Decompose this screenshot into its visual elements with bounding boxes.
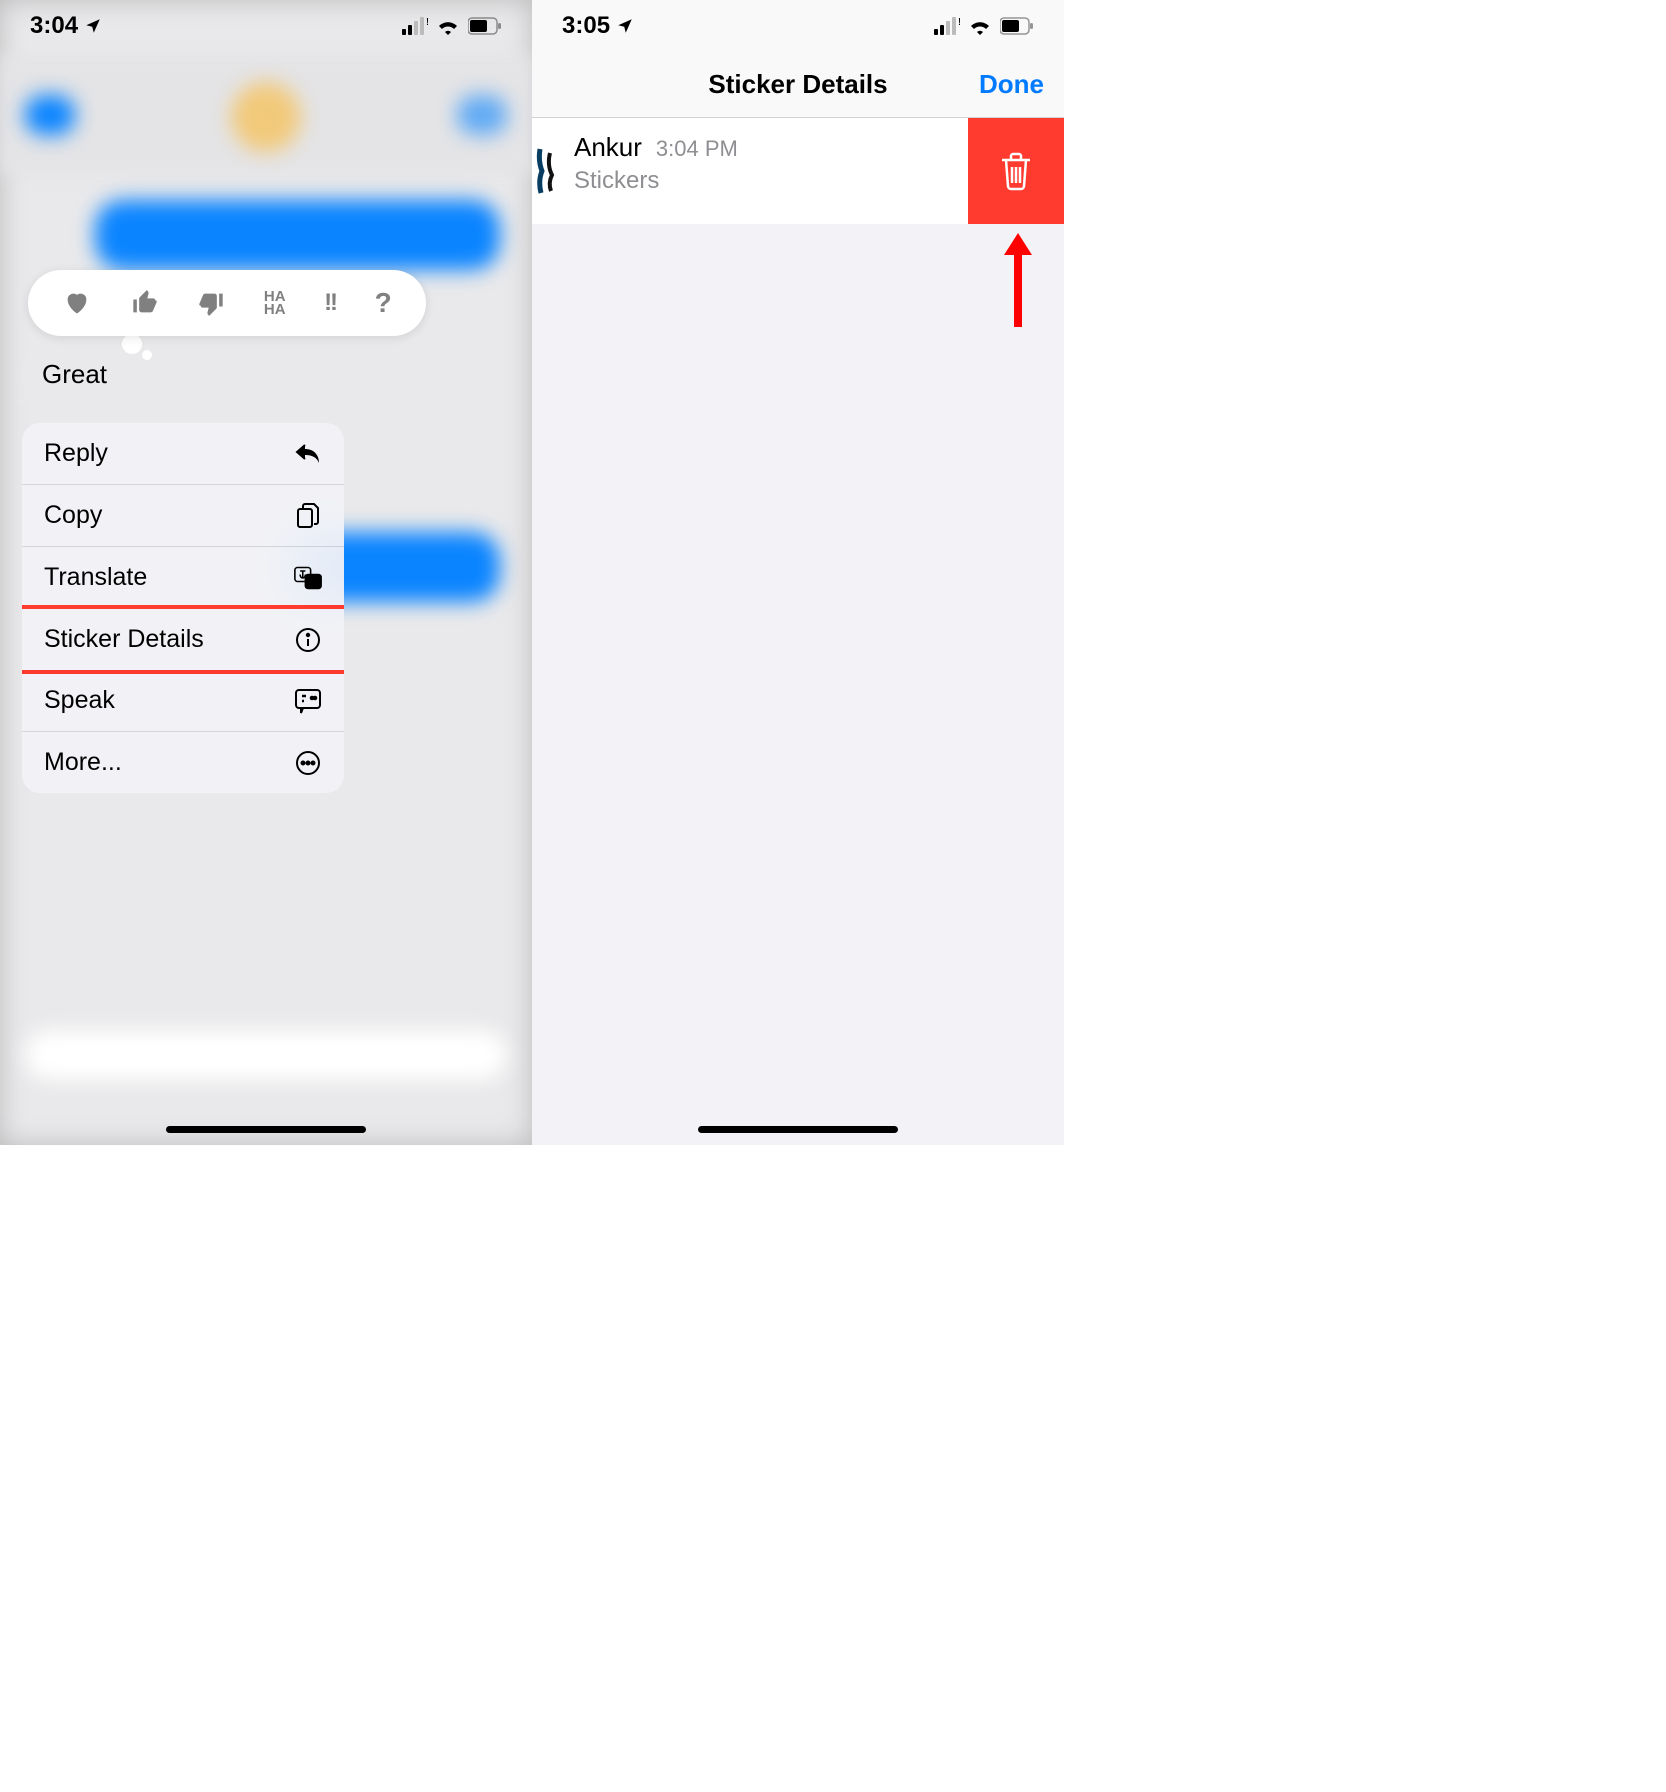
sticker-thumbnail	[532, 118, 562, 224]
tapback-tail-small	[142, 350, 152, 360]
right-screenshot: 3:05 ! Sticker Details Done Ankur	[532, 0, 1064, 1145]
battery-icon	[468, 17, 502, 35]
menu-reply[interactable]: Reply	[22, 423, 344, 485]
menu-copy[interactable]: Copy	[22, 485, 344, 547]
message-text: Great	[42, 359, 107, 389]
battery-icon	[1000, 17, 1034, 35]
home-indicator	[166, 1126, 366, 1133]
left-screenshot: 3:04 ! HAHA !! ?	[0, 0, 532, 1145]
menu-translate[interactable]: Translate 文	[22, 547, 344, 609]
sticker-info: Ankur 3:04 PM Stickers	[562, 118, 968, 209]
blurred-input-bar	[25, 1030, 507, 1080]
sticker-row[interactable]: Ankur 3:04 PM Stickers	[532, 118, 1064, 224]
nav-title: Sticker Details	[708, 69, 887, 100]
menu-copy-label: Copy	[44, 501, 102, 530]
signal-icon: !	[934, 17, 960, 35]
status-bar: 3:04 !	[0, 0, 532, 52]
tapback-haha-icon[interactable]: HAHA	[264, 290, 286, 317]
trash-icon	[998, 151, 1034, 191]
svg-text:文: 文	[307, 576, 318, 588]
nav-header: Sticker Details Done	[532, 52, 1064, 118]
status-time: 3:04	[30, 12, 78, 40]
delete-button[interactable]	[968, 118, 1064, 224]
copy-icon	[294, 502, 322, 530]
sticker-time: 3:04 PM	[656, 136, 738, 162]
sticker-sender-name: Ankur	[574, 132, 642, 163]
wifi-icon	[968, 17, 992, 35]
tapback-question-icon[interactable]: ?	[375, 287, 392, 319]
tapback-thumbs-up-icon[interactable]	[131, 289, 159, 317]
svg-text:!: !	[958, 17, 960, 28]
blurred-video-button	[457, 95, 507, 135]
context-menu: Reply Copy Translate 文 Sticker Details S…	[22, 423, 344, 793]
signal-icon: !	[402, 17, 428, 35]
tapback-heart-icon[interactable]	[62, 289, 92, 317]
blurred-message-1	[95, 200, 500, 270]
done-button[interactable]: Done	[979, 69, 1044, 100]
wifi-icon	[436, 17, 460, 35]
tapback-tail	[122, 334, 142, 354]
tapback-thumbs-down-icon[interactable]	[197, 289, 225, 317]
svg-text:!: !	[426, 17, 428, 28]
more-icon	[294, 749, 322, 777]
tapback-reactions: HAHA !! ?	[28, 270, 426, 336]
translate-icon: 文	[294, 564, 322, 592]
reply-icon	[294, 440, 322, 468]
info-icon	[294, 626, 322, 654]
menu-speak-label: Speak	[44, 686, 115, 715]
annotation-arrow	[1000, 233, 1036, 327]
status-time: 3:05	[562, 12, 610, 40]
menu-reply-label: Reply	[44, 439, 108, 468]
menu-translate-label: Translate	[44, 563, 147, 592]
status-bar: 3:05 !	[532, 0, 1064, 52]
location-icon	[616, 17, 634, 35]
blurred-avatar	[231, 82, 301, 152]
tapback-exclaim-icon[interactable]: !!	[324, 289, 336, 317]
location-icon	[84, 17, 102, 35]
menu-speak[interactable]: Speak	[22, 670, 344, 732]
blurred-back-button	[25, 95, 75, 135]
menu-more-label: More...	[44, 748, 122, 777]
message-bubble[interactable]: Great	[22, 347, 127, 402]
menu-more[interactable]: More...	[22, 732, 344, 793]
home-indicator	[698, 1126, 898, 1133]
speak-icon	[294, 687, 322, 715]
menu-sticker-details-label: Sticker Details	[44, 625, 204, 654]
menu-sticker-details[interactable]: Sticker Details	[22, 605, 344, 674]
sticker-subtitle: Stickers	[574, 167, 956, 195]
